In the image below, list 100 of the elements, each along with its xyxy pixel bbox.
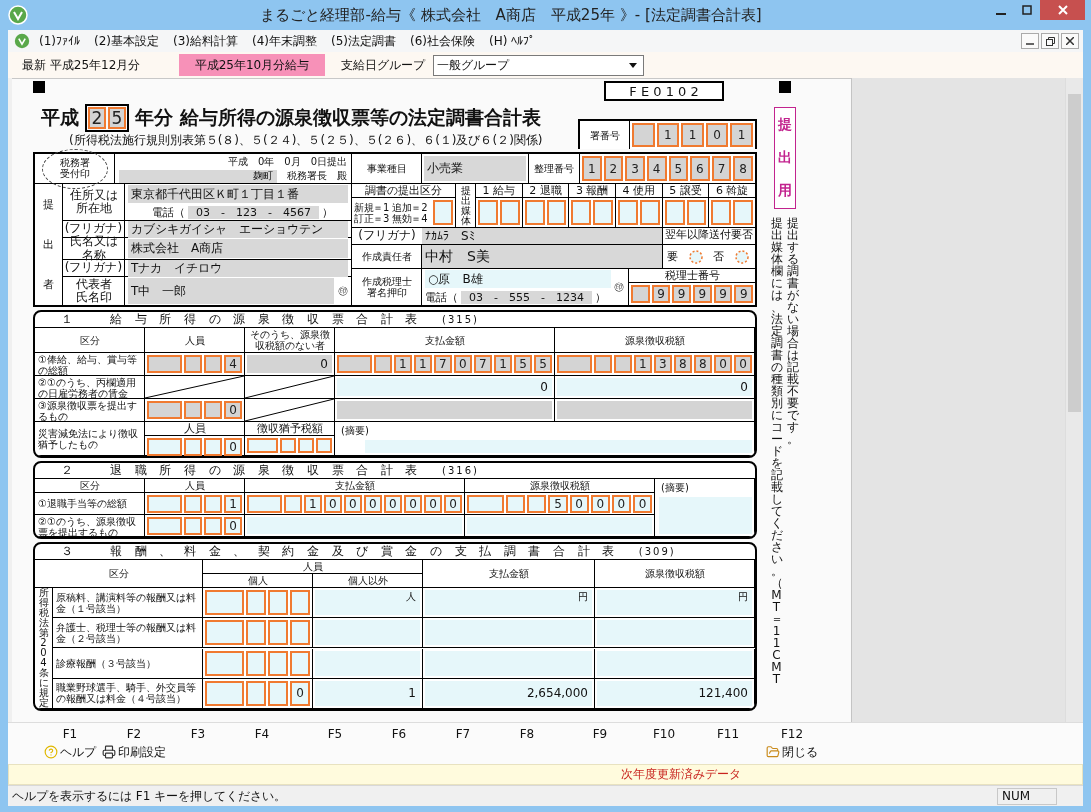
- digit-box[interactable]: [147, 495, 182, 513]
- digit-box[interactable]: [205, 590, 245, 615]
- radio-button[interactable]: [686, 247, 705, 266]
- digit-box[interactable]: [205, 620, 245, 646]
- digit-box[interactable]: [315, 438, 332, 453]
- digit-box[interactable]: [664, 200, 685, 225]
- digit-box[interactable]: 2: [603, 156, 624, 181]
- digit-box[interactable]: 9: [734, 285, 754, 303]
- digit-box[interactable]: 5: [108, 107, 126, 129]
- digit-box[interactable]: 7: [433, 355, 452, 373]
- amount-field[interactable]: [247, 517, 462, 534]
- digit-box[interactable]: [183, 438, 202, 456]
- digit-box[interactable]: 0: [611, 495, 631, 513]
- phone-field[interactable]: 03 - 555 - 1234: [461, 290, 592, 304]
- digit-box[interactable]: [593, 355, 612, 373]
- digit-box[interactable]: 9: [713, 285, 733, 303]
- menu-item[interactable]: (H) ﾍﾙﾌﾟ: [482, 32, 543, 50]
- digit-box[interactable]: [183, 355, 202, 373]
- address-field[interactable]: 東京都千代田区Ｋ町１丁目１番: [128, 185, 348, 203]
- digit-box[interactable]: 5: [668, 156, 689, 181]
- digit-box[interactable]: 4: [646, 156, 667, 181]
- digit-box[interactable]: 0: [403, 495, 422, 513]
- function-key-button[interactable]: 閉じる: [766, 744, 818, 760]
- digit-box[interactable]: [268, 650, 289, 676]
- amount-field[interactable]: [315, 650, 420, 676]
- digit-box[interactable]: 5: [548, 495, 568, 513]
- digit-box[interactable]: [593, 200, 614, 225]
- digit-box[interactable]: [283, 495, 302, 513]
- digit-box[interactable]: 5: [533, 355, 552, 373]
- group-select[interactable]: 一般グループ: [433, 54, 644, 76]
- digit-box[interactable]: [203, 401, 222, 419]
- amount-field[interactable]: [597, 650, 752, 676]
- digit-box[interactable]: [499, 200, 520, 225]
- digit-box[interactable]: 5: [513, 355, 532, 373]
- digit-box[interactable]: [733, 200, 754, 225]
- digit-box[interactable]: 0: [423, 495, 442, 513]
- digit-box[interactable]: 8: [733, 156, 753, 181]
- digit-box[interactable]: 9: [651, 285, 671, 303]
- digit-box[interactable]: [686, 200, 707, 225]
- digit-box[interactable]: [290, 650, 310, 676]
- radio-button[interactable]: [732, 247, 751, 266]
- digit-box[interactable]: [373, 355, 392, 373]
- digit-box[interactable]: 0: [323, 495, 342, 513]
- preparer-field[interactable]: 中村 S美: [422, 245, 662, 268]
- digit-box[interactable]: [571, 200, 592, 225]
- digit-box[interactable]: [279, 438, 296, 453]
- amount-field[interactable]: 人: [315, 590, 420, 615]
- digit-box[interactable]: [205, 650, 245, 676]
- digit-box[interactable]: [527, 495, 547, 513]
- digit-box[interactable]: 3: [653, 355, 672, 373]
- menu-item[interactable]: (6)社会保険: [403, 30, 482, 52]
- kana-field[interactable]: ﾅｶﾑﾗ Sﾐ: [422, 228, 662, 244]
- digit-box[interactable]: [639, 200, 660, 225]
- amount-field[interactable]: 0: [337, 378, 552, 396]
- digit-box[interactable]: [632, 123, 655, 147]
- function-key-button[interactable]: 印刷設定: [102, 744, 166, 760]
- digit-box[interactable]: 0: [383, 495, 402, 513]
- digit-box[interactable]: [147, 438, 182, 456]
- digit-box[interactable]: 1: [413, 355, 432, 373]
- menu-item[interactable]: (3)給料計算: [166, 30, 245, 52]
- digit-box[interactable]: 7: [711, 156, 732, 181]
- amount-field[interactable]: [315, 620, 420, 646]
- menu-item[interactable]: (4)年末調整: [245, 30, 324, 52]
- digit-box[interactable]: 3: [625, 156, 645, 181]
- digit-box[interactable]: 0: [590, 495, 610, 513]
- digit-box[interactable]: [183, 495, 202, 513]
- digit-box[interactable]: [268, 620, 289, 646]
- amount-field[interactable]: 1: [315, 680, 420, 706]
- digit-box[interactable]: 9: [693, 285, 712, 303]
- amount-field[interactable]: 円: [597, 590, 752, 615]
- digit-box[interactable]: [524, 200, 545, 225]
- menu-item[interactable]: (5)法定調書: [324, 30, 403, 52]
- digit-box[interactable]: [618, 200, 638, 225]
- digit-box[interactable]: 1: [656, 123, 680, 147]
- restore-button[interactable]: [1041, 33, 1059, 49]
- digit-box[interactable]: [246, 620, 267, 646]
- digit-box[interactable]: [631, 285, 650, 303]
- digit-box[interactable]: [268, 590, 289, 615]
- digit-box[interactable]: 0: [223, 438, 242, 456]
- menu-item[interactable]: (1)ﾌｧｲﾙ: [32, 32, 87, 50]
- digit-box[interactable]: [246, 680, 267, 706]
- digit-box[interactable]: [297, 438, 314, 453]
- digit-box[interactable]: [546, 200, 567, 225]
- digit-box[interactable]: [183, 401, 202, 419]
- digit-box[interactable]: 1: [303, 495, 322, 513]
- close-button[interactable]: [1061, 33, 1079, 49]
- amount-field[interactable]: 0: [557, 378, 752, 396]
- digit-box[interactable]: 8: [693, 355, 712, 373]
- digit-box[interactable]: [337, 355, 372, 373]
- menu-item[interactable]: (2)基本設定: [87, 30, 166, 52]
- digit-box[interactable]: [506, 495, 526, 513]
- minimize-button[interactable]: [1021, 33, 1039, 49]
- digit-box[interactable]: [711, 200, 732, 225]
- amount-field[interactable]: [467, 517, 652, 534]
- remarks-field[interactable]: [659, 497, 752, 534]
- function-key-button[interactable]: ヘルプ: [44, 744, 96, 760]
- digit-box[interactable]: 0: [223, 517, 242, 535]
- amount-field[interactable]: 2,654,000: [425, 680, 592, 706]
- digit-box[interactable]: [268, 680, 289, 706]
- name-field[interactable]: 株式会社 A商店: [128, 239, 348, 258]
